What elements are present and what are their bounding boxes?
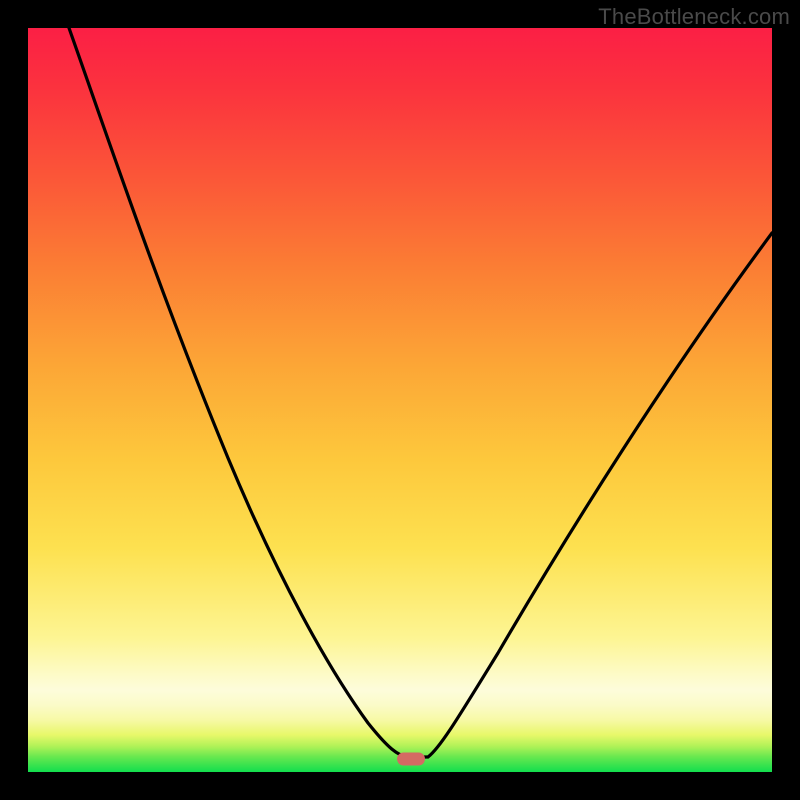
plot-area: [28, 28, 772, 772]
minimum-marker: [397, 753, 425, 766]
curve-path: [69, 28, 772, 757]
watermark-text: TheBottleneck.com: [598, 4, 790, 30]
bottleneck-curve: [28, 28, 772, 772]
chart-frame: TheBottleneck.com: [0, 0, 800, 800]
